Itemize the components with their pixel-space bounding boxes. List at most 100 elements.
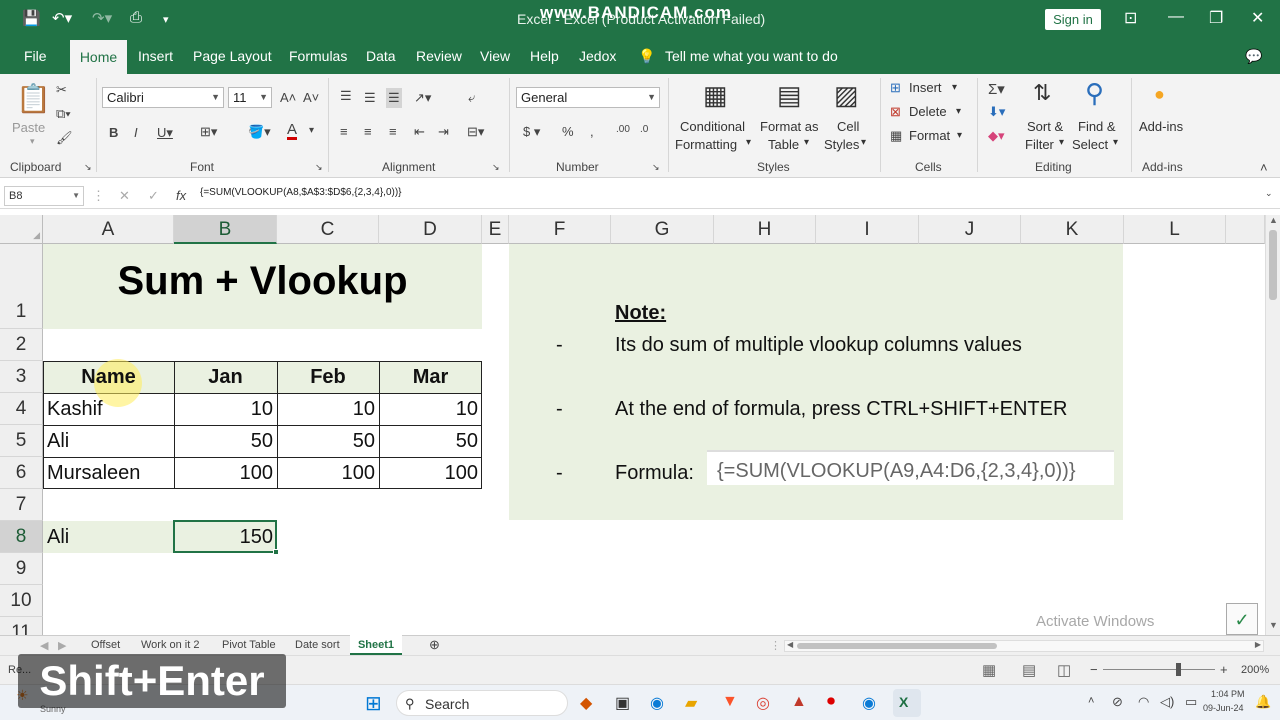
comma-style-icon[interactable]: ,	[590, 124, 594, 139]
formula-input[interactable]: {=SUM(VLOOKUP(A8,$A$3:$D$6,{2,3,4},0))}	[200, 187, 402, 198]
header-cell-mar[interactable]: Mar	[379, 366, 482, 389]
formula-bar-handle-icon[interactable]: ⋮	[92, 188, 105, 204]
sheet-tab-offset[interactable]: Offset	[91, 639, 120, 651]
zoom-slider-thumb[interactable]	[1176, 663, 1181, 676]
prev-sheet-icon[interactable]: ◀	[40, 639, 48, 652]
find-select-line2[interactable]: Select	[1072, 137, 1108, 152]
autosum-icon[interactable]: Σ▾	[988, 80, 1005, 98]
clipboard-launcher-icon[interactable]: ↘	[84, 162, 92, 173]
delete-cells-icon[interactable]: ⊠	[890, 104, 901, 120]
row-header-5[interactable]: 5	[0, 425, 43, 457]
edge-app-icon[interactable]: ◉	[650, 693, 664, 713]
number-launcher-icon[interactable]: ↘	[652, 162, 660, 173]
battery-icon[interactable]: ▭	[1185, 694, 1197, 710]
chrome-profile-app-icon[interactable]: ◉	[862, 693, 876, 713]
column-header-i[interactable]: I	[816, 215, 919, 244]
collapse-ribbon-icon[interactable]: ˄	[1260, 160, 1268, 175]
recorder-app-icon[interactable]: ⏺	[827, 693, 835, 711]
cell-styles-dropdown-icon[interactable]: ▾	[861, 137, 866, 148]
brave-app-icon[interactable]: ▼	[722, 693, 738, 711]
bold-icon[interactable]: B	[109, 125, 118, 140]
insert-function-icon[interactable]: fx	[176, 188, 186, 203]
top-align-icon[interactable]: ☰	[340, 88, 352, 104]
find-select-line1[interactable]: Find &	[1078, 119, 1116, 134]
increase-indent-icon[interactable]: ⇥	[438, 124, 449, 140]
merge-center-icon[interactable]: ⊟▾	[467, 124, 484, 140]
name-box[interactable]: B8 ▼	[4, 186, 84, 206]
paste-button[interactable]: Paste	[12, 120, 45, 135]
find-select-dropdown-icon[interactable]: ▾	[1113, 137, 1118, 148]
align-center-icon[interactable]: ≡	[364, 124, 372, 139]
middle-align-icon[interactable]: ☰	[364, 90, 376, 106]
clear-icon[interactable]: ◆▾	[988, 128, 1005, 144]
column-header-c[interactable]: C	[277, 215, 379, 244]
column-header-m[interactable]	[1226, 215, 1265, 244]
align-right-icon[interactable]: ≡	[389, 124, 397, 139]
cell-b4[interactable]: 10	[174, 398, 273, 421]
comments-icon[interactable]: 💬	[1245, 48, 1262, 65]
cancel-entry-icon[interactable]: ✕	[119, 188, 130, 204]
cell-styles-icon[interactable]: ▨	[834, 80, 859, 111]
note-heading[interactable]: Note:	[615, 302, 666, 325]
decrease-decimal-icon[interactable]: .0	[640, 124, 648, 135]
tray-overflow-icon[interactable]: ˄	[1088, 695, 1094, 707]
column-header-d[interactable]: D	[379, 215, 482, 244]
insert-cells-button[interactable]: Insert	[909, 80, 942, 95]
tab-data[interactable]: Data	[366, 48, 396, 64]
network-off-icon[interactable]: ⊘	[1112, 694, 1123, 710]
task-view-icon[interactable]: ▣	[615, 693, 630, 713]
zoom-in-icon[interactable]: +	[1220, 662, 1228, 677]
normal-view-icon[interactable]: ▦	[982, 661, 996, 679]
cell-styles-line2[interactable]: Styles	[824, 137, 859, 152]
sort-filter-line2[interactable]: Filter	[1025, 137, 1054, 152]
percent-icon[interactable]: %	[562, 124, 574, 139]
cell-c4[interactable]: 10	[277, 398, 375, 421]
conditional-formatting-dropdown-icon[interactable]: ▾	[746, 137, 751, 148]
row-header-9[interactable]: 9	[0, 553, 43, 585]
cell-a8[interactable]: Ali	[47, 526, 69, 549]
ribbon-display-icon[interactable]: ⊡	[1124, 8, 1137, 28]
borders-icon[interactable]: ⊞▾	[200, 124, 217, 140]
font-color-dropdown-icon[interactable]: ▾	[309, 125, 314, 136]
sheet-tab-work-on-it-2[interactable]: Work on it 2	[141, 639, 200, 651]
conditional-formatting-line1[interactable]: Conditional	[680, 119, 745, 134]
tab-split-handle-icon[interactable]: ⋮	[770, 639, 781, 652]
column-header-e[interactable]: E	[482, 215, 509, 244]
sheet-tab-date-sort[interactable]: Date sort	[295, 639, 340, 651]
format-painter-icon[interactable]: 🖌	[56, 130, 73, 146]
print-preview-icon[interactable]: ⎙	[130, 9, 142, 26]
fill-icon[interactable]: ⬇▾	[988, 104, 1005, 120]
cell-styles-line1[interactable]: Cell	[837, 119, 859, 134]
tab-formulas[interactable]: Formulas	[289, 48, 347, 64]
cell-d5[interactable]: 50	[379, 430, 478, 453]
sheet-title[interactable]: Sum + Vlookup	[43, 259, 482, 304]
column-header-h[interactable]: H	[714, 215, 816, 244]
sort-filter-dropdown-icon[interactable]: ▾	[1059, 137, 1064, 148]
next-sheet-icon[interactable]: ▶	[58, 639, 66, 652]
orientation-icon[interactable]: ↗▾	[414, 90, 431, 106]
add-ins-icon[interactable]: ●	[1154, 84, 1165, 105]
cell-a4[interactable]: Kashif	[47, 398, 103, 421]
bottom-align-icon[interactable]: ☰	[386, 88, 402, 108]
cell-d6[interactable]: 100	[379, 462, 478, 485]
align-left-icon[interactable]: ≡	[340, 124, 348, 139]
delete-cells-button[interactable]: Delete	[909, 104, 947, 119]
row-header-1[interactable]: 1	[0, 244, 43, 329]
sheet-tab-sheet1[interactable]: Sheet1	[350, 635, 402, 655]
wrap-text-icon[interactable]: ⤶	[468, 90, 475, 106]
column-header-l[interactable]: L	[1124, 215, 1226, 244]
row-header-8[interactable]: 8	[0, 521, 43, 553]
minimize-icon[interactable]: —	[1168, 8, 1184, 26]
chrome-app-icon[interactable]: ◎	[756, 693, 770, 713]
new-sheet-icon[interactable]: ⊕	[429, 637, 440, 653]
column-header-j[interactable]: J	[919, 215, 1021, 244]
format-as-table-icon[interactable]: ▤	[777, 80, 802, 111]
clock-date[interactable]: 09-Jun-24	[1203, 703, 1244, 713]
increase-decimal-icon[interactable]: .00	[616, 124, 630, 135]
row-header-3[interactable]: 3	[0, 361, 43, 393]
column-header-a[interactable]: A	[43, 215, 174, 244]
cell-b5[interactable]: 50	[174, 430, 273, 453]
alignment-launcher-icon[interactable]: ↘	[492, 162, 500, 173]
underline-icon[interactable]: U▾	[157, 125, 173, 141]
save-icon[interactable]: 💾	[22, 9, 41, 27]
